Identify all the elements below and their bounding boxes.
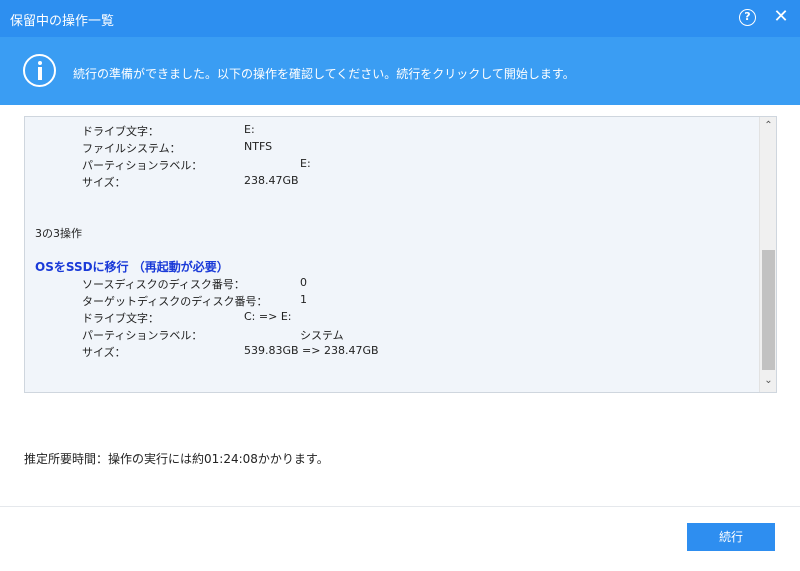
step-counter: 3の3操作 — [35, 227, 82, 240]
op1-partition-label-label: パーティションラベル： — [82, 159, 203, 172]
scrollbar-thumb[interactable] — [762, 250, 775, 370]
vertical-scrollbar[interactable]: ⌃ ⌄ — [759, 117, 776, 392]
info-icon — [23, 54, 56, 87]
op1-size-label: サイズ： — [82, 176, 126, 189]
operations-panel: ドライブ文字： E: ファイルシステム： NTFS パーティションラベル： E:… — [24, 116, 777, 393]
operations-list: ドライブ文字： E: ファイルシステム： NTFS パーティションラベル： E:… — [25, 117, 759, 392]
op1-partition-label-value: E: — [300, 157, 311, 170]
op3-drive-letter-value: C: => E: — [244, 310, 292, 323]
info-message: 続行の準備ができました。以下の操作を確認してください。続行をクリックして開始しま… — [73, 67, 575, 81]
op1-drive-letter-value: E: — [244, 123, 255, 136]
continue-button[interactable]: 続行 — [687, 523, 775, 551]
op1-drive-letter-label: ドライブ文字： — [82, 125, 159, 138]
op1-filesystem-value: NTFS — [244, 140, 273, 153]
op3-target-disk-value: 1 — [300, 293, 307, 306]
op3-drive-letter-label: ドライブ文字： — [82, 312, 159, 325]
operation-heading: OSをSSDに移行 （再起動が必要） — [35, 260, 229, 274]
estimated-time: 推定所要時間：操作の実行には約01:24:08かかります。 — [24, 452, 329, 466]
op3-target-disk-label: ターゲットディスクのディスク番号： — [82, 295, 268, 308]
op1-filesystem-label: ファイルシステム： — [82, 142, 181, 155]
op3-size-value: 539.83GB => 238.47GB — [244, 344, 379, 357]
scroll-up-icon[interactable]: ⌃ — [760, 120, 776, 134]
scroll-down-icon[interactable]: ⌄ — [760, 375, 776, 389]
op3-partition-label-value: システム — [300, 329, 344, 342]
op3-source-disk-label: ソースディスクのディスク番号： — [82, 278, 245, 291]
info-banner: 続行の準備ができました。以下の操作を確認してください。続行をクリックして開始しま… — [0, 37, 800, 105]
help-icon[interactable]: ? — [739, 9, 756, 26]
op3-size-label: サイズ： — [82, 346, 126, 359]
op3-partition-label-label: パーティションラベル： — [82, 329, 203, 342]
close-icon[interactable]: ✕ — [772, 7, 790, 27]
footer-divider — [0, 506, 800, 507]
window-title: 保留中の操作一覧 — [10, 14, 115, 29]
title-bar: 保留中の操作一覧 ? ✕ — [0, 0, 800, 37]
op3-source-disk-value: 0 — [300, 276, 307, 289]
op1-size-value: 238.47GB — [244, 174, 299, 187]
